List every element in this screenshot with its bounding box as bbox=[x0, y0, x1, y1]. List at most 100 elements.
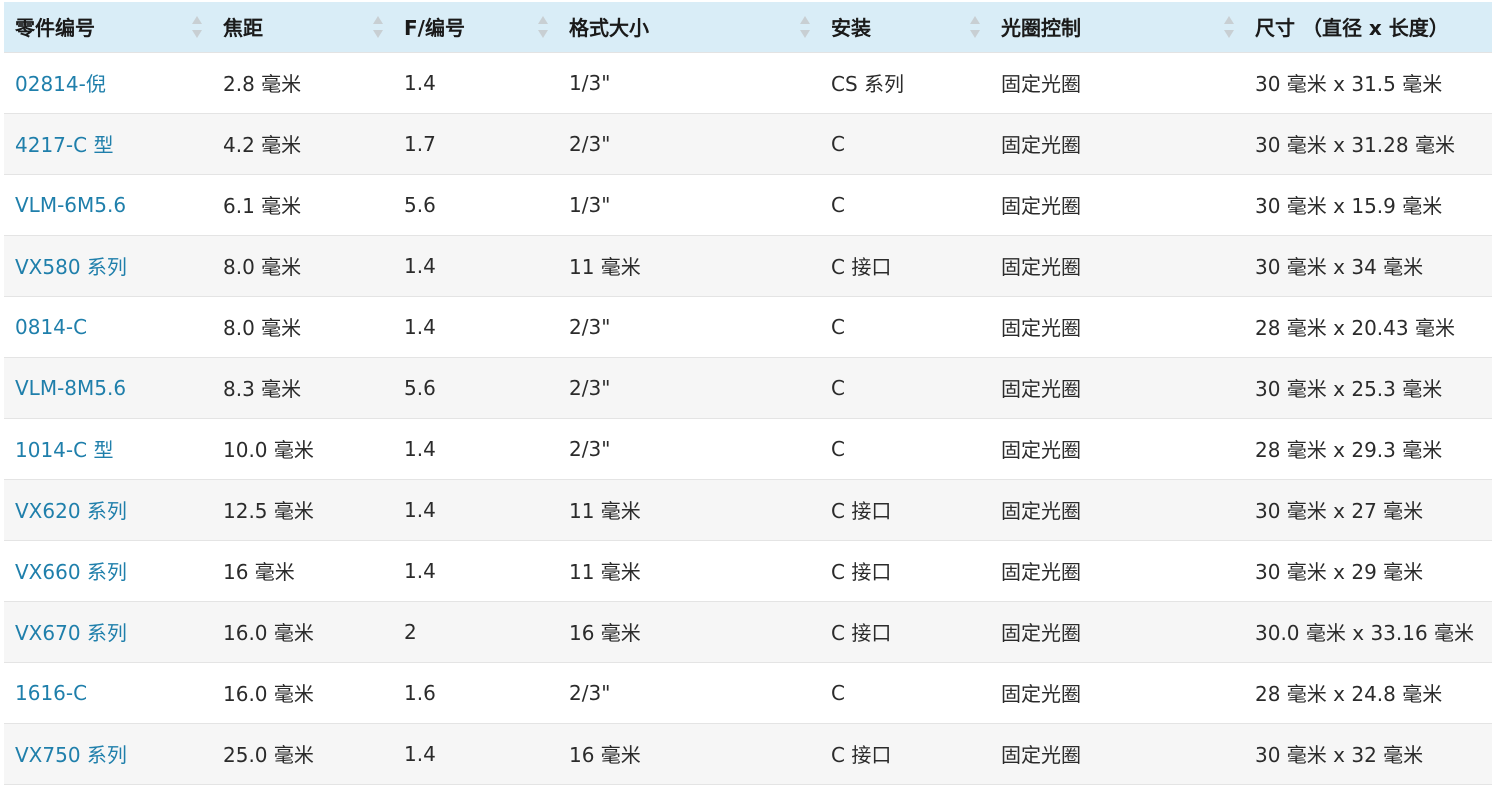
column-header-label: 零件编号 bbox=[15, 16, 95, 41]
cell-dimensions: 30 毫米 x 15.9 毫米 bbox=[1255, 194, 1443, 218]
column-header-f-number[interactable]: F/编号 bbox=[393, 2, 558, 53]
cell-dimensions: 30 毫米 x 27 毫米 bbox=[1255, 499, 1424, 523]
sort-arrows-icon[interactable] bbox=[970, 14, 980, 40]
cell-part-number: 4217-C 型 bbox=[4, 113, 212, 174]
lens-spec-table: 零件编号 焦距 F/编号 格式大小 安装 光圈控制 尺寸 （直径 x 长度） 02814-倪… bbox=[4, 2, 1492, 785]
cell-mount: C 接口 bbox=[831, 560, 892, 584]
cell-mount: C 接口 bbox=[831, 743, 892, 767]
cell-aperture-control: 固定光圈 bbox=[1001, 682, 1081, 706]
cell-format-size: 2/3" bbox=[569, 131, 611, 156]
sort-arrows-icon[interactable] bbox=[192, 14, 202, 40]
part-number-link[interactable]: VLM-8M5.6 bbox=[15, 376, 126, 400]
cell-aperture-control: 固定光圈 bbox=[1001, 743, 1081, 767]
part-number-link[interactable]: 02814-倪 bbox=[15, 72, 106, 96]
column-header-mount[interactable]: 安装 bbox=[820, 2, 990, 53]
cell-focal-length: 6.1 毫米 bbox=[223, 194, 302, 218]
cell-part-number: 1616-C bbox=[4, 662, 212, 723]
sort-arrows-icon[interactable] bbox=[373, 14, 383, 40]
part-number-link[interactable]: 1616-C bbox=[15, 681, 87, 705]
cell-format-size: 2/3" bbox=[569, 436, 611, 461]
cell-focal-length: 25.0 毫米 bbox=[223, 743, 314, 767]
cell-part-number: VX670 系列 bbox=[4, 601, 212, 662]
cell-f-number: 1.4 bbox=[404, 436, 436, 461]
cell-f-number: 1.4 bbox=[404, 70, 436, 95]
cell-focal-length: 8.3 毫米 bbox=[223, 377, 302, 401]
column-header-label: 光圈控制 bbox=[1001, 16, 1081, 41]
cell-format-size: 2/3" bbox=[569, 375, 611, 400]
cell-mount: C bbox=[831, 680, 845, 705]
table-row: VX580 系列 8.0 毫米 1.4 11 毫米 C 接口 固定光圈 30 毫米 x 34… bbox=[4, 235, 1492, 296]
cell-aperture-control: 固定光圈 bbox=[1001, 560, 1081, 584]
cell-part-number: VX620 系列 bbox=[4, 479, 212, 540]
part-number-link[interactable]: VX660 系列 bbox=[15, 560, 127, 584]
table-row: VLM-6M5.6 6.1 毫米 5.6 1/3" C 固定光圈 30 毫米 x 15.9 … bbox=[4, 174, 1492, 235]
table-row: VLM-8M5.6 8.3 毫米 5.6 2/3" C 固定光圈 30 毫米 x 25.3 … bbox=[4, 357, 1492, 418]
part-number-link[interactable]: VX670 系列 bbox=[15, 621, 127, 645]
column-header-label: F/编号 bbox=[404, 16, 465, 41]
cell-aperture-control: 固定光圈 bbox=[1001, 194, 1081, 218]
cell-focal-length: 4.2 毫米 bbox=[223, 133, 302, 157]
cell-f-number: 1.7 bbox=[404, 131, 436, 156]
cell-dimensions: 30 毫米 x 29 毫米 bbox=[1255, 560, 1424, 584]
cell-part-number: VLM-6M5.6 bbox=[4, 174, 212, 235]
sort-arrows-icon[interactable] bbox=[1224, 14, 1234, 40]
table-row: VX750 系列 25.0 毫米 1.4 16 毫米 C 接口 固定光圈 30 毫米 x 3… bbox=[4, 723, 1492, 784]
column-header-label: 格式大小 bbox=[569, 16, 649, 41]
cell-part-number: 1014-C 型 bbox=[4, 418, 212, 479]
cell-f-number: 2 bbox=[404, 619, 417, 644]
column-header-aperture-control[interactable]: 光圈控制 bbox=[990, 2, 1244, 53]
column-header-format-size[interactable]: 格式大小 bbox=[558, 2, 820, 53]
cell-aperture-control: 固定光圈 bbox=[1001, 316, 1081, 340]
column-header-label: 焦距 bbox=[223, 16, 263, 41]
cell-focal-length: 8.0 毫米 bbox=[223, 255, 302, 279]
part-number-link[interactable]: VLM-6M5.6 bbox=[15, 193, 126, 217]
cell-f-number: 1.4 bbox=[404, 497, 436, 522]
cell-mount: CS 系列 bbox=[831, 72, 905, 96]
cell-focal-length: 8.0 毫米 bbox=[223, 316, 302, 340]
cell-format-size: 16 毫米 bbox=[569, 621, 641, 645]
cell-dimensions: 30 毫米 x 32 毫米 bbox=[1255, 743, 1424, 767]
cell-f-number: 1.4 bbox=[404, 558, 436, 583]
cell-focal-length: 2.8 毫米 bbox=[223, 72, 302, 96]
cell-f-number: 5.6 bbox=[404, 192, 436, 217]
part-number-link[interactable]: VX620 系列 bbox=[15, 499, 127, 523]
cell-mount: C 接口 bbox=[831, 621, 892, 645]
part-number-link[interactable]: 1014-C 型 bbox=[15, 438, 113, 462]
cell-format-size: 1/3" bbox=[569, 70, 611, 95]
cell-format-size: 11 毫米 bbox=[569, 560, 641, 584]
cell-f-number: 5.6 bbox=[404, 375, 436, 400]
cell-mount: C bbox=[831, 131, 845, 156]
cell-mount: C bbox=[831, 436, 845, 461]
cell-dimensions: 28 毫米 x 29.3 毫米 bbox=[1255, 438, 1443, 462]
column-header-dimensions: 尺寸 （直径 x 长度） bbox=[1244, 2, 1492, 53]
part-number-link[interactable]: 4217-C 型 bbox=[15, 133, 113, 157]
table-row: VX660 系列 16 毫米 1.4 11 毫米 C 接口 固定光圈 30 毫米 x 29 … bbox=[4, 540, 1492, 601]
cell-aperture-control: 固定光圈 bbox=[1001, 255, 1081, 279]
table-row: VX620 系列 12.5 毫米 1.4 11 毫米 C 接口 固定光圈 30 毫米 x 2… bbox=[4, 479, 1492, 540]
table-row: 1014-C 型 10.0 毫米 1.4 2/3" C 固定光圈 28 毫米 x 29.3 … bbox=[4, 418, 1492, 479]
column-header-label: 安装 bbox=[831, 16, 871, 41]
table-row: 0814-C 8.0 毫米 1.4 2/3" C 固定光圈 28 毫米 x 20.43 毫米 bbox=[4, 296, 1492, 357]
cell-dimensions: 28 毫米 x 20.43 毫米 bbox=[1255, 316, 1455, 340]
sort-arrows-icon[interactable] bbox=[538, 14, 548, 40]
cell-mount: C bbox=[831, 192, 845, 217]
table-body: 02814-倪 2.8 毫米 1.4 1/3" CS 系列固定光圈 30 毫米 x 31.… bbox=[4, 52, 1492, 784]
part-number-link[interactable]: 0814-C bbox=[15, 315, 87, 339]
product-table-container: 零件编号 焦距 F/编号 格式大小 安装 光圈控制 尺寸 （直径 x 长度） 02814-倪… bbox=[4, 2, 1492, 785]
cell-mount: C bbox=[831, 314, 845, 339]
cell-part-number: 0814-C bbox=[4, 296, 212, 357]
cell-mount: C bbox=[831, 375, 845, 400]
cell-dimensions: 30 毫米 x 31.28 毫米 bbox=[1255, 133, 1455, 157]
cell-f-number: 1.4 bbox=[404, 314, 436, 339]
column-header-focal-length[interactable]: 焦距 bbox=[212, 2, 393, 53]
sort-arrows-icon[interactable] bbox=[800, 14, 810, 40]
cell-focal-length: 16.0 毫米 bbox=[223, 621, 314, 645]
column-header-label: 尺寸 （直径 x 长度） bbox=[1255, 16, 1449, 41]
cell-f-number: 1.6 bbox=[404, 680, 436, 705]
part-number-link[interactable]: VX580 系列 bbox=[15, 255, 127, 279]
cell-format-size: 11 毫米 bbox=[569, 499, 641, 523]
column-header-part-number[interactable]: 零件编号 bbox=[4, 2, 212, 53]
cell-f-number: 1.4 bbox=[404, 253, 436, 278]
cell-dimensions: 28 毫米 x 24.8 毫米 bbox=[1255, 682, 1443, 706]
part-number-link[interactable]: VX750 系列 bbox=[15, 743, 127, 767]
